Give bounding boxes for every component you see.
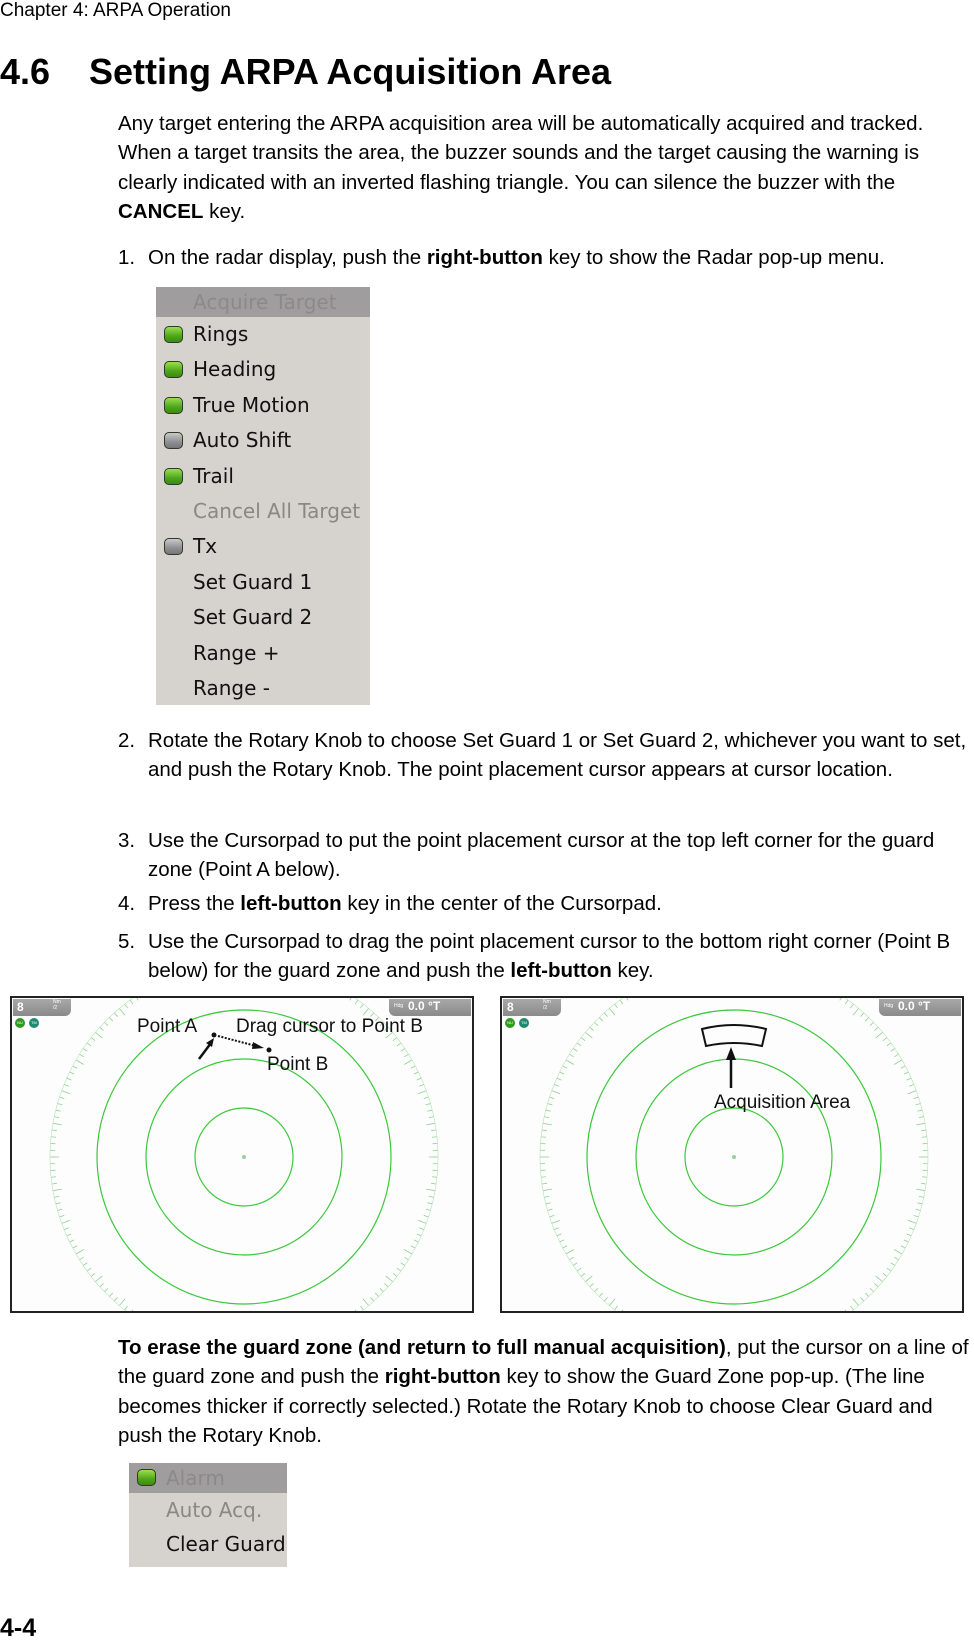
acquisition-area-zone[interactable] xyxy=(702,1025,766,1046)
step-text-end: key. xyxy=(612,959,654,982)
menu-item-true-motion[interactable]: True Motion xyxy=(156,388,370,423)
toggle-indicator-off-icon xyxy=(164,432,183,449)
radar-popup-menu: Acquire Target Rings Heading True Motion Au… xyxy=(156,287,370,705)
menu-item-range[interactable]: Range + xyxy=(156,636,370,671)
step-text-end: key to show the Radar pop-up menu. xyxy=(543,246,885,269)
annotation-overlay xyxy=(502,998,964,1313)
drag-instruction-label: Drag cursor to Point B xyxy=(236,1016,423,1038)
menu-item-label: Trail xyxy=(193,464,234,488)
toggle-indicator-on-icon xyxy=(164,468,183,485)
menu-item-clear-guard[interactable]: Clear Guard xyxy=(129,1527,287,1561)
step-3: 3. Use the Cursorpad to put the point pl… xyxy=(118,826,974,885)
step-text: On the radar display, push the xyxy=(148,246,427,269)
menu-item-label: Auto Shift xyxy=(193,428,291,452)
menu-item-auto-shift[interactable]: Auto Shift xyxy=(156,423,370,458)
menu-item-label: Range - xyxy=(193,676,270,700)
menu-item-auto-acq[interactable]: Auto Acq. xyxy=(129,1493,287,1527)
pointer-arrow-icon xyxy=(199,1043,211,1059)
page-number: 4-4 xyxy=(0,1614,36,1643)
toggle-indicator-on-icon xyxy=(164,326,183,343)
step-text-end: key in the center of the Cursorpad. xyxy=(342,892,662,915)
step-text: Use the Cursorpad to put the point place… xyxy=(148,826,974,885)
point-a-label: Point A xyxy=(137,1016,197,1038)
step-4: 4. Press the left-button key in the cent… xyxy=(118,889,974,918)
alarm-indicator-icon xyxy=(137,1469,156,1486)
menu-item-tx[interactable]: Tx xyxy=(156,529,370,564)
menu-item-label: Rings xyxy=(193,322,248,346)
menu-item-cancel-all-target[interactable]: Cancel All Target xyxy=(156,494,370,529)
menu-item-set-guard-2[interactable]: Set Guard 2 xyxy=(156,600,370,635)
drag-arrowhead-icon xyxy=(252,1042,264,1049)
step-text: Rotate the Rotary Knob to choose Set Gua… xyxy=(148,726,974,785)
menu-item-trail[interactable]: Trail xyxy=(156,459,370,494)
alarm-label: Alarm xyxy=(166,1466,225,1490)
step-key: left-button xyxy=(240,892,341,915)
menu-item-label: True Motion xyxy=(193,393,310,417)
menu-item-set-guard-1[interactable]: Set Guard 1 xyxy=(156,565,370,600)
menu-item-label: Cancel All Target xyxy=(193,499,360,523)
cancel-key-name: CANCEL xyxy=(118,200,203,223)
section-number: 4.6 xyxy=(0,50,89,94)
step-number: 4. xyxy=(118,889,148,918)
toggle-indicator-off-icon xyxy=(164,538,183,555)
menu-item-heading[interactable]: Heading xyxy=(156,352,370,387)
erase-heading: To erase the guard zone (and return to f… xyxy=(118,1336,726,1359)
step-1: 1. On the radar display, push the right-… xyxy=(118,243,974,272)
intro-text: Any target entering the ARPA acquisition… xyxy=(118,112,923,194)
menu-item-range[interactable]: Range - xyxy=(156,671,370,706)
menu-item-label: Set Guard 2 xyxy=(193,605,312,629)
menu-header-alarm[interactable]: Alarm xyxy=(129,1463,287,1493)
intro-paragraph: Any target entering the ARPA acquisition… xyxy=(118,109,974,227)
step-number: 5. xyxy=(118,927,148,956)
point-b-marker xyxy=(267,1048,272,1053)
toggle-indicator-on-icon xyxy=(164,361,183,378)
section-heading: Setting ARPA Acquisition Area xyxy=(89,51,611,92)
step-key: right-button xyxy=(427,246,543,269)
pointer-arrowhead-icon xyxy=(206,1038,214,1047)
intro-text-end: key. xyxy=(203,200,245,223)
menu-item-label: Set Guard 1 xyxy=(193,570,312,594)
annotation-overlay xyxy=(12,998,474,1313)
section-title: 4.6Setting ARPA Acquisition Area xyxy=(0,50,611,94)
point-b-label: Point B xyxy=(267,1054,328,1076)
menu-item-label: Range + xyxy=(193,641,280,665)
chapter-header: Chapter 4: ARPA Operation xyxy=(0,0,231,22)
menu-item-label: Tx xyxy=(193,534,217,558)
step-number: 1. xyxy=(118,243,148,272)
radar-display-left: 8 Nm/2 NU TM Hdg 0.0 °T Point A Drag cur… xyxy=(10,996,474,1313)
point-a-marker xyxy=(212,1033,217,1038)
erase-paragraph: To erase the guard zone (and return to f… xyxy=(118,1333,974,1451)
radar-display-right: 8 Nm/2 NU TM Hdg 0.0 °T Acquisition Area xyxy=(500,996,964,1313)
step-2: 2. Rotate the Rotary Knob to choose Set … xyxy=(118,726,974,785)
step-5: 5. Use the Cursorpad to drag the point p… xyxy=(118,927,974,986)
toggle-indicator-on-icon xyxy=(164,397,183,414)
step-text: Press the xyxy=(148,892,240,915)
right-button-key-name: right-button xyxy=(385,1365,501,1388)
acquisition-area-label: Acquisition Area xyxy=(714,1092,850,1114)
acquisition-arrowhead-icon xyxy=(726,1047,736,1060)
guard-zone-popup-menu: Alarm Auto Acq. Clear Guard xyxy=(129,1463,287,1567)
menu-header-acquire-target[interactable]: Acquire Target xyxy=(156,287,370,317)
menu-item-label: Heading xyxy=(193,357,276,381)
menu-item-rings[interactable]: Rings xyxy=(156,317,370,352)
step-number: 3. xyxy=(118,826,148,855)
step-number: 2. xyxy=(118,726,148,755)
step-key: left-button xyxy=(510,959,611,982)
